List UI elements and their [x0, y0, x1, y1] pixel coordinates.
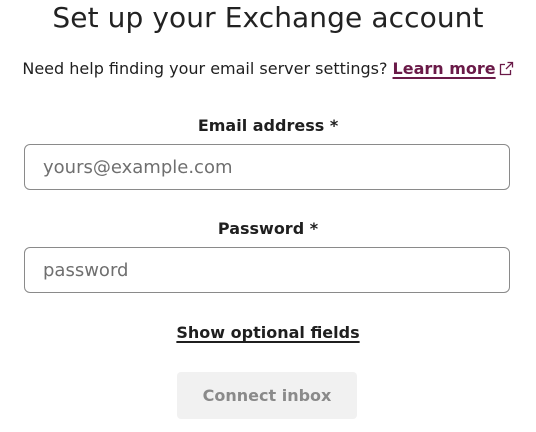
- connect-inbox-button[interactable]: Connect inbox: [177, 372, 357, 419]
- optional-fields-toggle-container: Show optional fields: [0, 322, 536, 344]
- password-field[interactable]: [24, 247, 510, 293]
- help-text: Need help finding your email server sett…: [22, 59, 388, 78]
- email-label: Email address *: [197, 116, 339, 135]
- learn-more-link[interactable]: Learn more: [393, 59, 496, 78]
- external-link-icon[interactable]: [499, 60, 514, 82]
- show-optional-fields-link[interactable]: Show optional fields: [176, 323, 359, 342]
- email-field[interactable]: [24, 144, 510, 190]
- page-title: Set up your Exchange account: [52, 1, 484, 34]
- password-label: Password *: [217, 219, 319, 238]
- help-line: Need help finding your email server sett…: [0, 58, 536, 82]
